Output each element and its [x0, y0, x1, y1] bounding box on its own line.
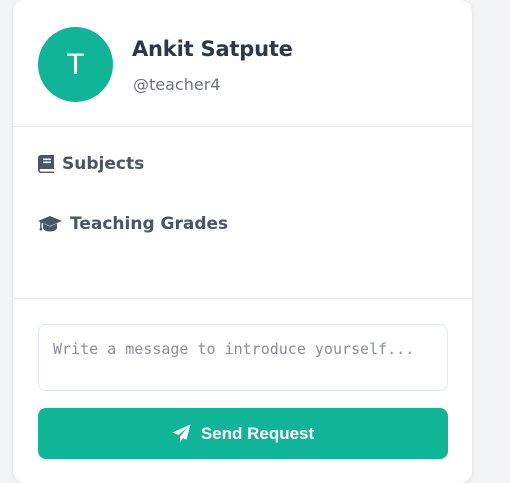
send-request-label: Send Request [200, 423, 315, 443]
teacher-name: Ankit Satpute [132, 37, 293, 61]
teaching-grades-label: Teaching Grades [70, 214, 229, 234]
introduction-message-input[interactable] [38, 324, 448, 391]
avatar: T [38, 27, 113, 102]
teacher-card: T Ankit Satpute @teacher4 Subjects Teach… [13, 0, 472, 483]
send-request-button[interactable]: Send Request [38, 408, 448, 459]
teacher-username: @teacher4 [133, 75, 221, 94]
teaching-grades-row: Teaching Grades [38, 214, 228, 234]
teacher-info: Subjects Teaching Grades [13, 127, 472, 299]
graduation-cap-icon [38, 215, 62, 233]
paper-plane-icon [172, 424, 191, 443]
subjects-row: Subjects [38, 154, 144, 174]
book-icon [38, 155, 54, 173]
profile-header: T Ankit Satpute @teacher4 [13, 0, 472, 127]
subjects-label: Subjects [62, 154, 145, 174]
